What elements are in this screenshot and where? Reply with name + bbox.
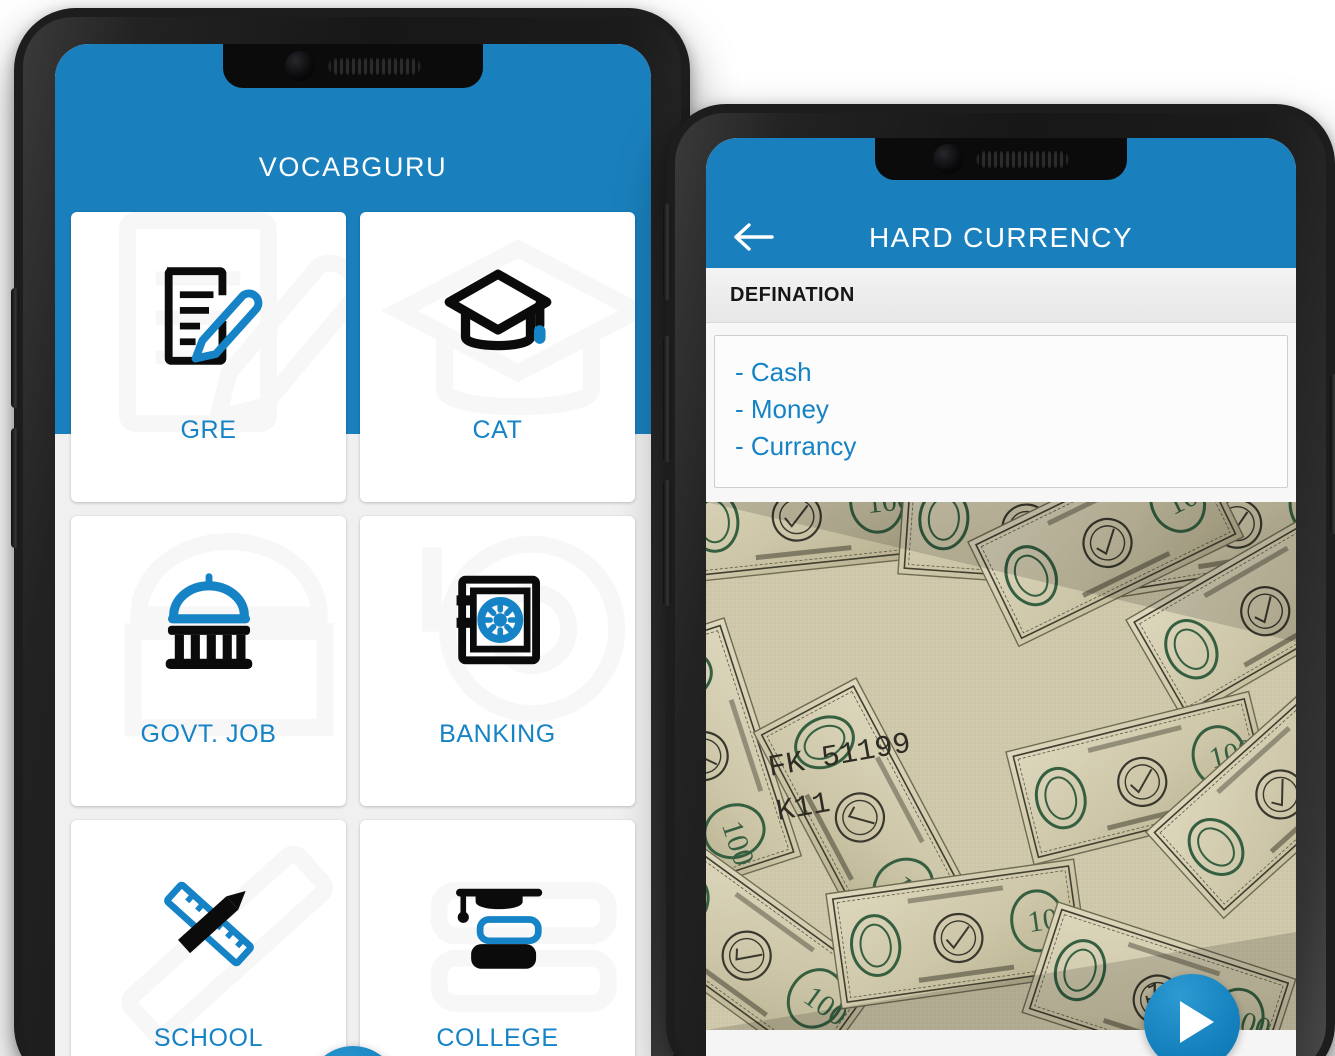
phone-left-screen: VOCABGURU GRE CAT GOVT. JOB BANKING SCHO…	[55, 44, 651, 1056]
phone-device-left: VOCABGURU GRE CAT GOVT. JOB BANKING SCHO…	[11, 8, 693, 1056]
play-icon	[1179, 1001, 1214, 1043]
tile-label-banking: BANKING	[439, 720, 556, 748]
tile-label-school: SCHOOL	[153, 1024, 264, 1052]
tile-banking[interactable]: BANKING	[360, 516, 635, 806]
tile-label-govt-job: GOVT. JOB	[140, 720, 277, 748]
cap-books-icon	[440, 866, 556, 982]
tile-gre[interactable]: GRE	[71, 212, 346, 502]
document-pencil-icon	[151, 258, 267, 374]
volume-up-button-left-phone[interactable]	[11, 288, 19, 408]
hundred-dollar-bills-photo: 100	[706, 501, 1296, 1030]
pencil-ruler-icon	[151, 866, 267, 982]
home-grid-body: GRE CAT GOVT. JOB BANKING SCHOOL COLLEGE	[55, 194, 651, 1056]
earpiece-speaker-icon	[976, 150, 1069, 168]
phone-left-notch	[223, 44, 483, 88]
tile-label-college: COLLEGE	[436, 1024, 559, 1052]
definition-list: - Cash - Money - Currancy	[735, 354, 1267, 465]
category-grid: GRE CAT GOVT. JOB BANKING SCHOOL COLLEGE	[55, 194, 651, 1056]
government-building-icon	[151, 562, 267, 678]
definition-item: - Money	[735, 393, 829, 424]
phone-right-screen: HARD CURRENCY DEFINATION - Cash - Money …	[706, 138, 1296, 1056]
graduation-cap-icon	[440, 258, 556, 374]
tile-college[interactable]: COLLEGE	[360, 820, 635, 1056]
promo-screenshot-canvas: VOCABGURU GRE CAT GOVT. JOB BANKING SCHO…	[0, 0, 1335, 1056]
tile-label-gre: GRE	[180, 416, 237, 444]
definition-panel-wrapper: - Cash - Money - Currancy	[706, 323, 1296, 502]
tile-label-cat: CAT	[472, 416, 523, 444]
definition-section-label: DEFINATION	[730, 283, 855, 306]
definition-item: - Cash	[735, 357, 812, 387]
money-illustration: 100	[706, 501, 1296, 1030]
safe-vault-icon	[440, 562, 556, 678]
definition-card: - Cash - Money - Currancy	[714, 335, 1288, 488]
volume-down-button-right-phone[interactable]	[663, 480, 671, 606]
volume-down-button-left-phone[interactable]	[11, 428, 19, 548]
tile-school[interactable]: SCHOOL	[71, 820, 346, 1056]
earpiece-speaker-icon	[328, 57, 421, 75]
tile-govt-job[interactable]: GOVT. JOB	[71, 516, 346, 806]
front-camera-icon	[285, 51, 315, 81]
definition-item: - Currancy	[735, 430, 857, 461]
phone-device-right: HARD CURRENCY DEFINATION - Cash - Money …	[663, 104, 1335, 1056]
volume-up-button-right-phone[interactable]	[663, 336, 671, 462]
tile-cat[interactable]: CAT	[360, 212, 635, 502]
phone-right-notch	[875, 138, 1127, 180]
page-title: VOCABGURU	[258, 152, 448, 182]
mute-switch-right-phone[interactable]	[663, 204, 671, 300]
detail-page-title: HARD CURRENCY	[869, 222, 1133, 253]
front-camera-icon	[933, 144, 963, 174]
definition-section-header: DEFINATION	[706, 268, 1296, 323]
power-button-right-phone[interactable]	[1330, 374, 1335, 534]
